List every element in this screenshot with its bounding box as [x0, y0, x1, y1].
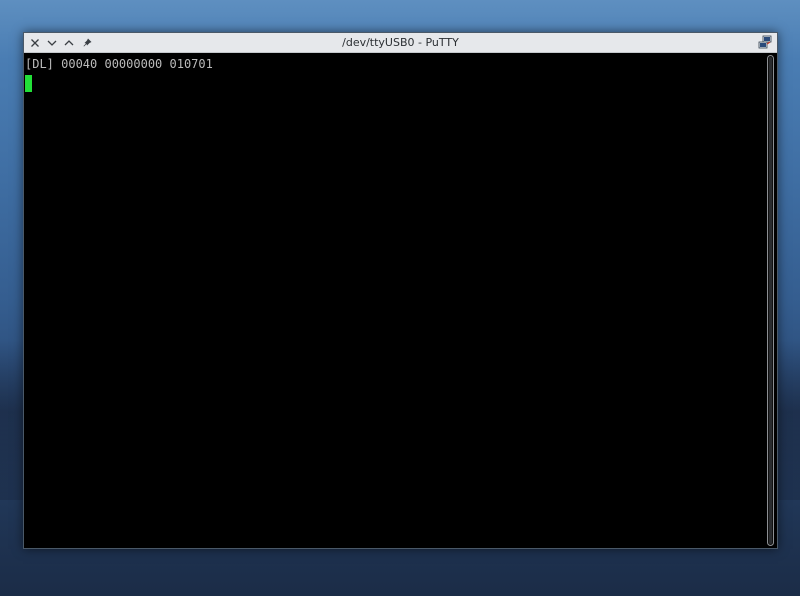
scrollbar-thumb[interactable]	[769, 57, 772, 544]
terminal-line: [DL] 00040 00000000 010701	[25, 57, 213, 71]
putty-icon[interactable]	[758, 35, 773, 50]
putty-window[interactable]: /dev/ttyUSB0 - PuTTY [DL] 00040 00000000…	[23, 32, 778, 549]
terminal-scrollbar[interactable]	[765, 53, 777, 548]
window-title: /dev/ttyUSB0 - PuTTY	[342, 36, 459, 49]
window-titlebar[interactable]: /dev/ttyUSB0 - PuTTY	[24, 33, 777, 53]
terminal-output[interactable]: [DL] 00040 00000000 010701	[24, 53, 765, 548]
terminal-cursor	[25, 75, 32, 92]
scrollbar-track[interactable]	[767, 55, 774, 546]
